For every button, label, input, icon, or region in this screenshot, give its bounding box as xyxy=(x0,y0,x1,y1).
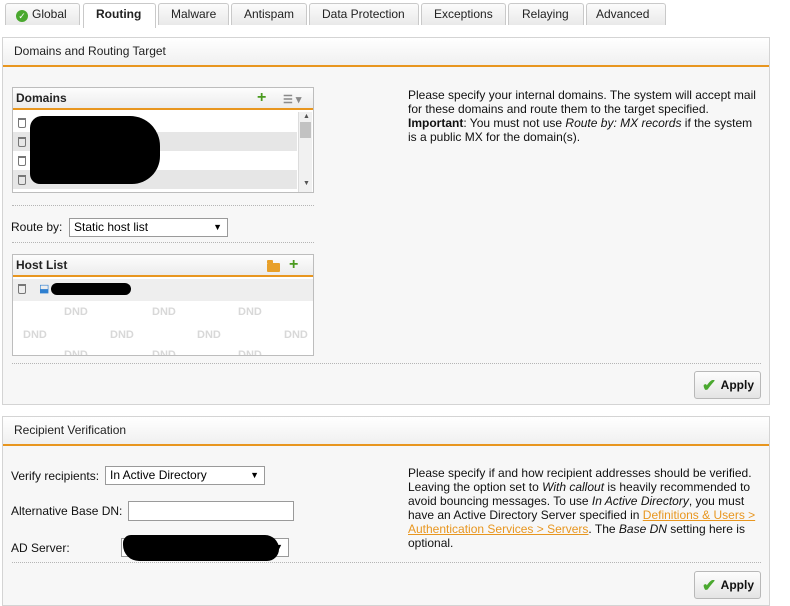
checkmark-icon: ✔ xyxy=(702,576,717,595)
apply-button[interactable]: ✔ Apply xyxy=(694,371,761,399)
tab-routing[interactable]: Routing xyxy=(83,3,156,28)
verify-recipients-select[interactable]: In Active Directory ▼ xyxy=(105,466,265,485)
base-dn-label: Alternative Base DN: xyxy=(11,504,123,518)
dnd-watermark: DND xyxy=(284,329,308,341)
route-by-label: Route by: xyxy=(11,220,63,234)
verification-help-text: Please specify if and how recipient addr… xyxy=(408,466,756,550)
dnd-watermark: DND xyxy=(64,306,88,318)
check-circle-icon: ✓ xyxy=(16,10,28,22)
tab-exceptions[interactable]: Exceptions xyxy=(421,3,506,25)
definitions-users-link[interactable]: Definitions & Users > xyxy=(643,508,755,522)
tab-data-protection[interactable]: Data Protection xyxy=(309,3,419,25)
host-list-header: Host List xyxy=(16,258,68,272)
tab-advanced[interactable]: Advanced xyxy=(586,3,666,25)
routing-panel: Domains and Routing Target Domains + ☰ ▾… xyxy=(2,37,770,405)
redaction xyxy=(30,116,160,184)
trash-icon[interactable] xyxy=(18,175,26,185)
domains-header: Domains xyxy=(16,91,67,105)
trash-icon[interactable] xyxy=(18,284,26,294)
routing-help-text: Please specify your internal domains. Th… xyxy=(408,88,756,144)
recipient-verification-panel: Recipient Verification Verify recipients… xyxy=(2,416,770,606)
host-list-grid: Host List + ⬓ DND DND DND DND DND DND DN… xyxy=(12,254,314,356)
add-domain-icon[interactable]: + xyxy=(257,90,266,106)
add-host-icon[interactable]: + xyxy=(289,257,298,273)
divider xyxy=(12,363,761,364)
checkmark-icon: ✔ xyxy=(702,376,717,395)
tab-relaying[interactable]: Relaying xyxy=(508,3,584,25)
redaction xyxy=(123,535,279,561)
domains-scrollbar[interactable]: ▲ ▼ xyxy=(298,112,312,192)
tab-global[interactable]: ✓ Global xyxy=(5,3,80,25)
divider xyxy=(12,205,314,206)
dnd-watermark: DND xyxy=(238,349,262,356)
dnd-watermark: DND xyxy=(64,349,88,356)
verification-panel-title: Recipient Verification xyxy=(3,417,769,446)
authentication-servers-link[interactable]: Authentication Services > Servers xyxy=(408,522,588,536)
domains-grid: Domains + ☰ ▾ ▲ ▼ xyxy=(12,87,314,193)
folder-icon[interactable] xyxy=(267,260,280,272)
routing-panel-title: Domains and Routing Target xyxy=(3,38,769,67)
trash-icon[interactable] xyxy=(18,137,26,147)
route-by-select[interactable]: Static host list ▼ xyxy=(69,218,228,237)
dnd-watermark: DND xyxy=(197,329,221,341)
dropdown-arrow-icon: ▼ xyxy=(213,222,222,232)
trash-icon[interactable] xyxy=(18,156,26,166)
base-dn-input[interactable] xyxy=(128,501,294,521)
tab-antispam[interactable]: Antispam xyxy=(231,3,307,25)
dropdown-arrow-icon: ▼ xyxy=(250,470,259,480)
dnd-watermark: DND xyxy=(238,306,262,318)
dnd-watermark: DND xyxy=(152,349,176,356)
redaction xyxy=(51,283,131,295)
divider xyxy=(12,242,314,243)
tab-malware[interactable]: Malware xyxy=(158,3,229,25)
dnd-watermark: DND xyxy=(110,329,134,341)
dnd-watermark: DND xyxy=(152,306,176,318)
network-host-icon: ⬓ xyxy=(39,283,50,295)
list-menu-icon[interactable]: ☰ ▾ xyxy=(283,90,301,110)
verify-recipients-label: Verify recipients: xyxy=(11,469,100,483)
divider xyxy=(12,562,761,563)
apply-button[interactable]: ✔ Apply xyxy=(694,571,761,599)
ad-server-label: AD Server: xyxy=(11,541,70,555)
trash-icon[interactable] xyxy=(18,118,26,128)
dnd-watermark: DND xyxy=(23,329,47,341)
